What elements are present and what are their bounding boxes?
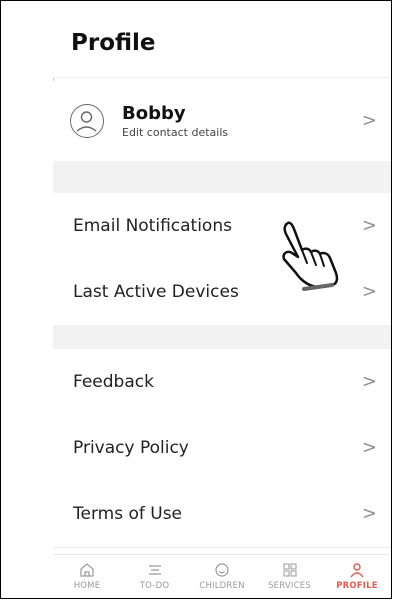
menu-item-label: Email Notifications (73, 216, 232, 236)
app-frame: Profile Bobby Edit contact details > Ema… (0, 0, 392, 599)
menu-item-email-notifications[interactable]: Email Notifications > (53, 193, 391, 260)
child-icon (194, 561, 250, 579)
menu-item-label: Terms of Use (73, 504, 183, 524)
menu-item-label: Privacy Policy (73, 438, 189, 458)
chevron-right-icon: > (361, 371, 377, 392)
tab-home[interactable]: HOME (59, 555, 115, 598)
profile-row[interactable]: Bobby Edit contact details > (53, 81, 391, 161)
grid-icon (262, 561, 318, 579)
avatar-icon (70, 104, 104, 138)
chevron-right-icon: > (361, 281, 377, 302)
list-icon (127, 561, 183, 579)
tab-services[interactable]: SERVICES (262, 555, 318, 598)
page-title: Profile (71, 30, 156, 56)
chevron-right-icon: > (361, 437, 377, 458)
chevron-right-icon: > (361, 110, 377, 131)
section-separator (53, 325, 391, 349)
tab-children[interactable]: CHILDREN (194, 555, 250, 598)
tab-label: PROFILE (336, 581, 378, 591)
menu-item-last-active-devices[interactable]: Last Active Devices > (53, 259, 391, 326)
tab-label: CHILDREN (199, 581, 245, 591)
chevron-right-icon: > (361, 503, 377, 524)
pointing-hand-icon (282, 221, 339, 291)
chevron-right-icon: > (361, 215, 377, 236)
header: Profile (53, 1, 391, 78)
bottom-tab-bar: HOME TO-DO CHILDREN SERVICES PROFILE (53, 554, 391, 598)
menu-item-terms-of-use[interactable]: Terms of Use > (53, 481, 391, 548)
home-icon (59, 561, 115, 579)
menu-item-privacy-policy[interactable]: Privacy Policy > (53, 415, 391, 482)
section-separator (53, 161, 391, 193)
tab-label: TO-DO (139, 581, 170, 591)
menu-item-label: Last Active Devices (73, 282, 239, 302)
tab-label: HOME (73, 581, 101, 591)
profile-subtitle: Edit contact details (122, 125, 229, 139)
menu-item-label: Feedback (73, 372, 154, 392)
tab-label: SERVICES (268, 581, 311, 591)
tab-profile[interactable]: PROFILE (329, 555, 385, 598)
person-icon (329, 561, 385, 579)
menu-item-feedback[interactable]: Feedback > (53, 349, 391, 416)
profile-name: Bobby (122, 102, 186, 124)
tab-to-do[interactable]: TO-DO (127, 555, 183, 598)
